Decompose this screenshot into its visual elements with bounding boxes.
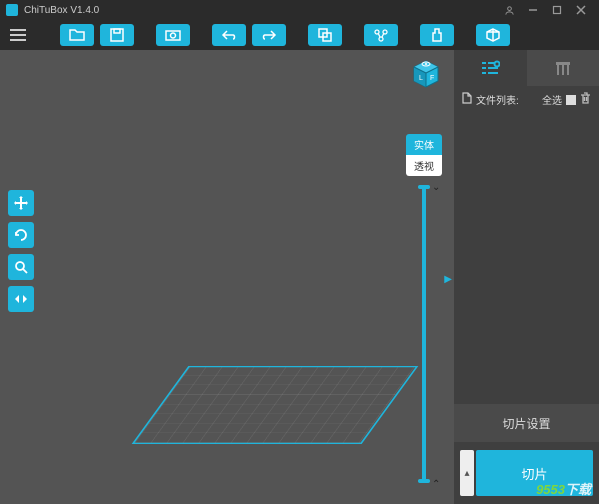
app-icon (6, 4, 18, 16)
scale-tool[interactable] (8, 254, 34, 280)
repair-button[interactable] (420, 24, 454, 46)
close-button[interactable] (569, 5, 593, 15)
move-tool[interactable] (8, 190, 34, 216)
slice-expand-button[interactable]: ▴ (460, 450, 474, 496)
rotate-tool[interactable] (8, 222, 34, 248)
support-button[interactable] (364, 24, 398, 46)
chevron-up-icon: ⌃ (432, 479, 440, 490)
tab-support[interactable] (527, 50, 599, 86)
hollow-button[interactable] (476, 24, 510, 46)
main-area: L F 实体 透视 ⌄ ⌃ ▶ (0, 50, 599, 504)
right-panel: 文件列表: 全选 切片设置 ▴ 切片 (454, 50, 599, 504)
build-plate (132, 366, 419, 444)
panel-collapse-toggle[interactable]: ▶ (444, 274, 452, 285)
title-bar: ChiTuBox V1.4.0 (0, 0, 599, 20)
svg-text:L: L (419, 75, 423, 82)
app-title: ChiTuBox V1.4.0 (24, 5, 99, 16)
file-list-label: 文件列表: (476, 92, 519, 107)
slice-settings-button[interactable]: 切片设置 (454, 404, 599, 442)
slice-button[interactable]: 切片 (476, 450, 593, 496)
save-button[interactable] (100, 24, 134, 46)
user-icon[interactable] (497, 5, 521, 16)
chevron-down-icon: ⌄ (432, 182, 440, 193)
delete-button[interactable] (580, 92, 591, 107)
maximize-button[interactable] (545, 5, 569, 15)
view-mode-toggle[interactable]: 实体 透视 (406, 134, 442, 176)
left-toolbar (8, 190, 34, 312)
minimize-button[interactable] (521, 5, 545, 15)
copy-button[interactable] (308, 24, 342, 46)
main-toolbar (0, 20, 599, 50)
screenshot-button[interactable] (156, 24, 190, 46)
file-icon (462, 92, 472, 107)
file-list-body (454, 113, 599, 404)
tab-list[interactable] (454, 50, 527, 86)
select-all-label: 全选 (542, 92, 562, 107)
viewport-3d[interactable]: L F 实体 透视 ⌄ ⌃ ▶ (0, 50, 454, 504)
file-list-header: 文件列表: 全选 (454, 86, 599, 113)
open-button[interactable] (60, 24, 94, 46)
hamburger-menu[interactable] (6, 24, 30, 46)
view-mode-solid[interactable]: 实体 (406, 134, 442, 155)
redo-button[interactable] (252, 24, 286, 46)
svg-text:F: F (430, 75, 434, 82)
view-mode-perspective[interactable]: 透视 (406, 155, 442, 176)
orientation-cube[interactable]: L F (410, 58, 442, 90)
layer-slider[interactable]: ⌄ ⌃ (422, 186, 426, 482)
mirror-tool[interactable] (8, 286, 34, 312)
right-panel-tabs (454, 50, 599, 86)
select-all-checkbox[interactable] (566, 95, 576, 105)
undo-button[interactable] (212, 24, 246, 46)
